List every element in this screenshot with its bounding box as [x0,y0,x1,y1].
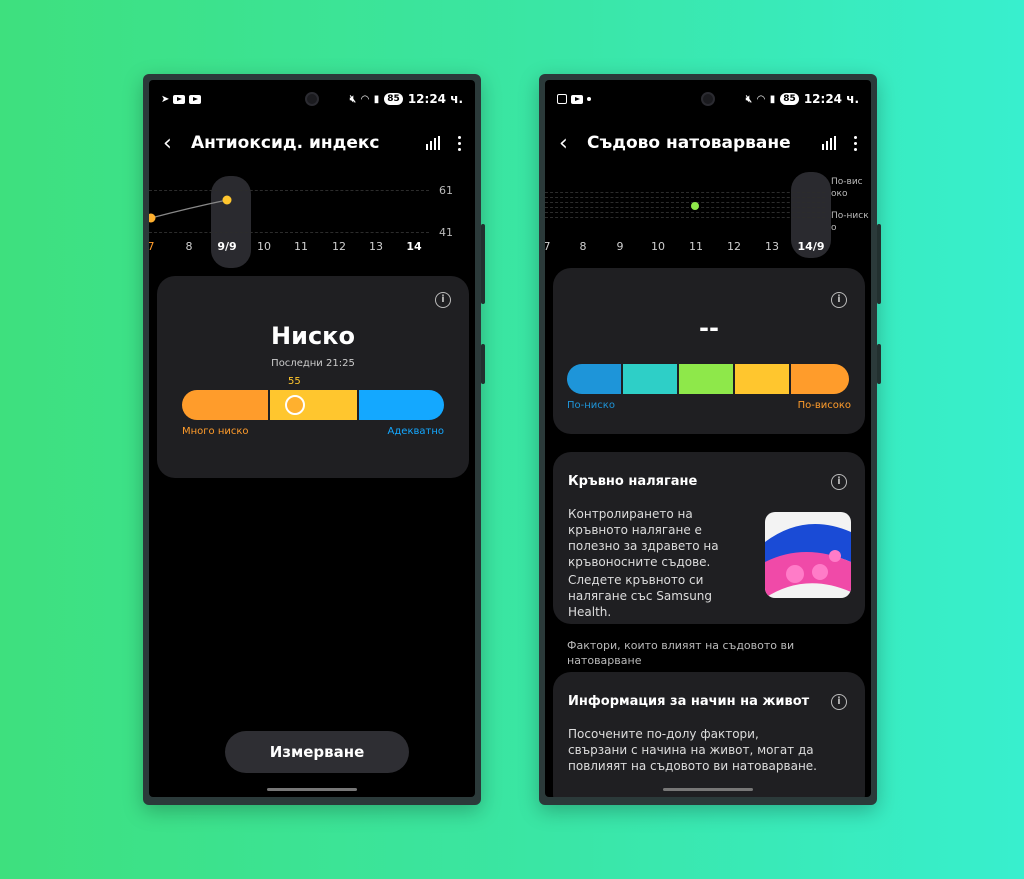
app-bar: ‹ Съдово натоварване [559,128,857,158]
back-arrow-icon[interactable]: ‹ [559,131,587,156]
info-icon[interactable]: i [831,292,847,308]
status-time: 12:24 ч. [803,92,859,106]
signal-icon: ▮ [373,93,380,105]
more-options-icon[interactable] [458,135,461,151]
info-icon[interactable]: i [435,292,451,308]
date-axis: 7 8 9 10 11 12 13 14/9 [545,240,871,258]
scale-marker-icon [285,395,305,415]
date-label: 11 [689,240,703,253]
wifi-icon: ◠ [757,93,765,105]
date-label: 12 [727,240,741,253]
date-axis: 7 8 9/9 10 11 12 13 14 [149,240,475,258]
data-point-11 [691,202,699,210]
youtube-icon [173,94,186,104]
vascular-load-card: i -- По-ниско По-високо [553,268,865,434]
power-button [877,344,881,384]
last-measured: Последни 21:25 [271,358,355,369]
date-label: 11 [294,240,308,253]
mute-icon: 🔇︎ [349,93,357,105]
volume-button [481,224,485,304]
blood-vessel-illustration [765,512,851,598]
date-label: 10 [651,240,665,253]
dot-icon [587,97,591,101]
date-label: 10 [257,240,271,253]
mute-icon: 🔇︎ [745,93,753,105]
result-card: i Ниско Последни 21:25 55 Много ниско Ад… [157,276,469,478]
y-label-lower: По-ниск [831,211,869,221]
date-label: 13 [765,240,779,253]
scale-low-label: По-ниско [567,400,615,411]
bar-chart-icon[interactable] [822,136,836,150]
scale-high-label: Адекватно [387,426,444,437]
date-label: 12 [332,240,346,253]
volume-button [877,224,881,304]
power-button [481,344,485,384]
more-options-icon[interactable] [854,135,857,151]
scale-low-label: Много ниско [182,426,249,437]
left-phone: ➤ 🔇︎ ◠ ▮ 85 12:24 ч. ‹ Антиоксид. индекс [143,74,485,805]
marker-value: 55 [288,376,301,387]
home-indicator[interactable] [663,788,753,791]
y-label-lower-cont: о [831,223,837,233]
wifi-icon: ◠ [361,93,369,105]
antioxidant-scale [182,390,444,420]
youtube-icon [189,94,202,104]
date-label: 9 [616,240,624,253]
info-icon[interactable]: i [831,474,847,490]
scale-high-label: По-високо [797,400,851,411]
info-icon[interactable]: i [831,694,847,710]
home-indicator[interactable] [267,788,357,791]
date-label-selected[interactable]: 14/9 [798,240,825,253]
telegram-icon: ➤ [161,93,170,105]
date-label: 7 [545,240,551,253]
right-phone: 🔇︎ ◠ ▮ 85 12:24 ч. ‹ Съдово натоварване [539,74,881,805]
result-label: Ниско [271,322,355,350]
measure-button[interactable]: Измерване [225,731,409,773]
y-label-higher-cont: око [831,189,848,199]
data-point-9-9 [222,195,232,205]
battery-level: 85 [780,93,799,105]
left-screen: ➤ 🔇︎ ◠ ▮ 85 12:24 ч. ‹ Антиоксид. индекс [149,80,475,797]
signal-icon: ▮ [769,93,776,105]
date-label: 13 [369,240,383,253]
lifestyle-card[interactable]: Информация за начин на живот i Посоченит… [553,672,865,797]
factors-heading: Фактори, които влияят на съдовото ви нат… [567,639,795,667]
date-label-selected[interactable]: 9/9 [217,240,236,253]
page-title: Антиоксид. индекс [191,133,380,153]
app-bar: ‹ Антиоксид. индекс [163,128,461,158]
blood-vessel-icon [765,524,851,598]
card-text: Посочените по-долу фактори, свързани с н… [568,727,817,773]
battery-level: 85 [384,93,403,105]
card-text: Контролирането на кръвното налягане е по… [568,507,719,569]
y-label-higher: По-вис [831,177,863,187]
right-screen: 🔇︎ ◠ ▮ 85 12:24 ч. ‹ Съдово натоварване [545,80,871,797]
date-label: 8 [185,240,193,253]
screenshot-icon [557,94,567,104]
date-label: 7 [149,240,155,253]
page-title: Съдово натоварване [587,133,791,153]
card-text: Следете кръвното си налягане със Samsung… [568,573,713,619]
back-arrow-icon[interactable]: ‹ [163,131,191,156]
status-bar: ➤ 🔇︎ ◠ ▮ 85 12:24 ч. [161,90,463,108]
status-bar: 🔇︎ ◠ ▮ 85 12:24 ч. [557,90,859,108]
card-title: Кръвно налягане [568,474,698,489]
card-title: Информация за начин на живот [568,694,810,709]
date-label: 8 [579,240,587,253]
date-label: 14 [406,240,422,253]
status-time: 12:24 ч. [407,92,463,106]
blood-pressure-card[interactable]: Кръвно налягане i Контролирането на кръв… [553,452,865,624]
vascular-scale [567,364,849,394]
value-display: -- [699,314,719,342]
youtube-icon [571,94,583,104]
bar-chart-icon[interactable] [426,136,440,150]
data-point-7 [149,213,156,223]
